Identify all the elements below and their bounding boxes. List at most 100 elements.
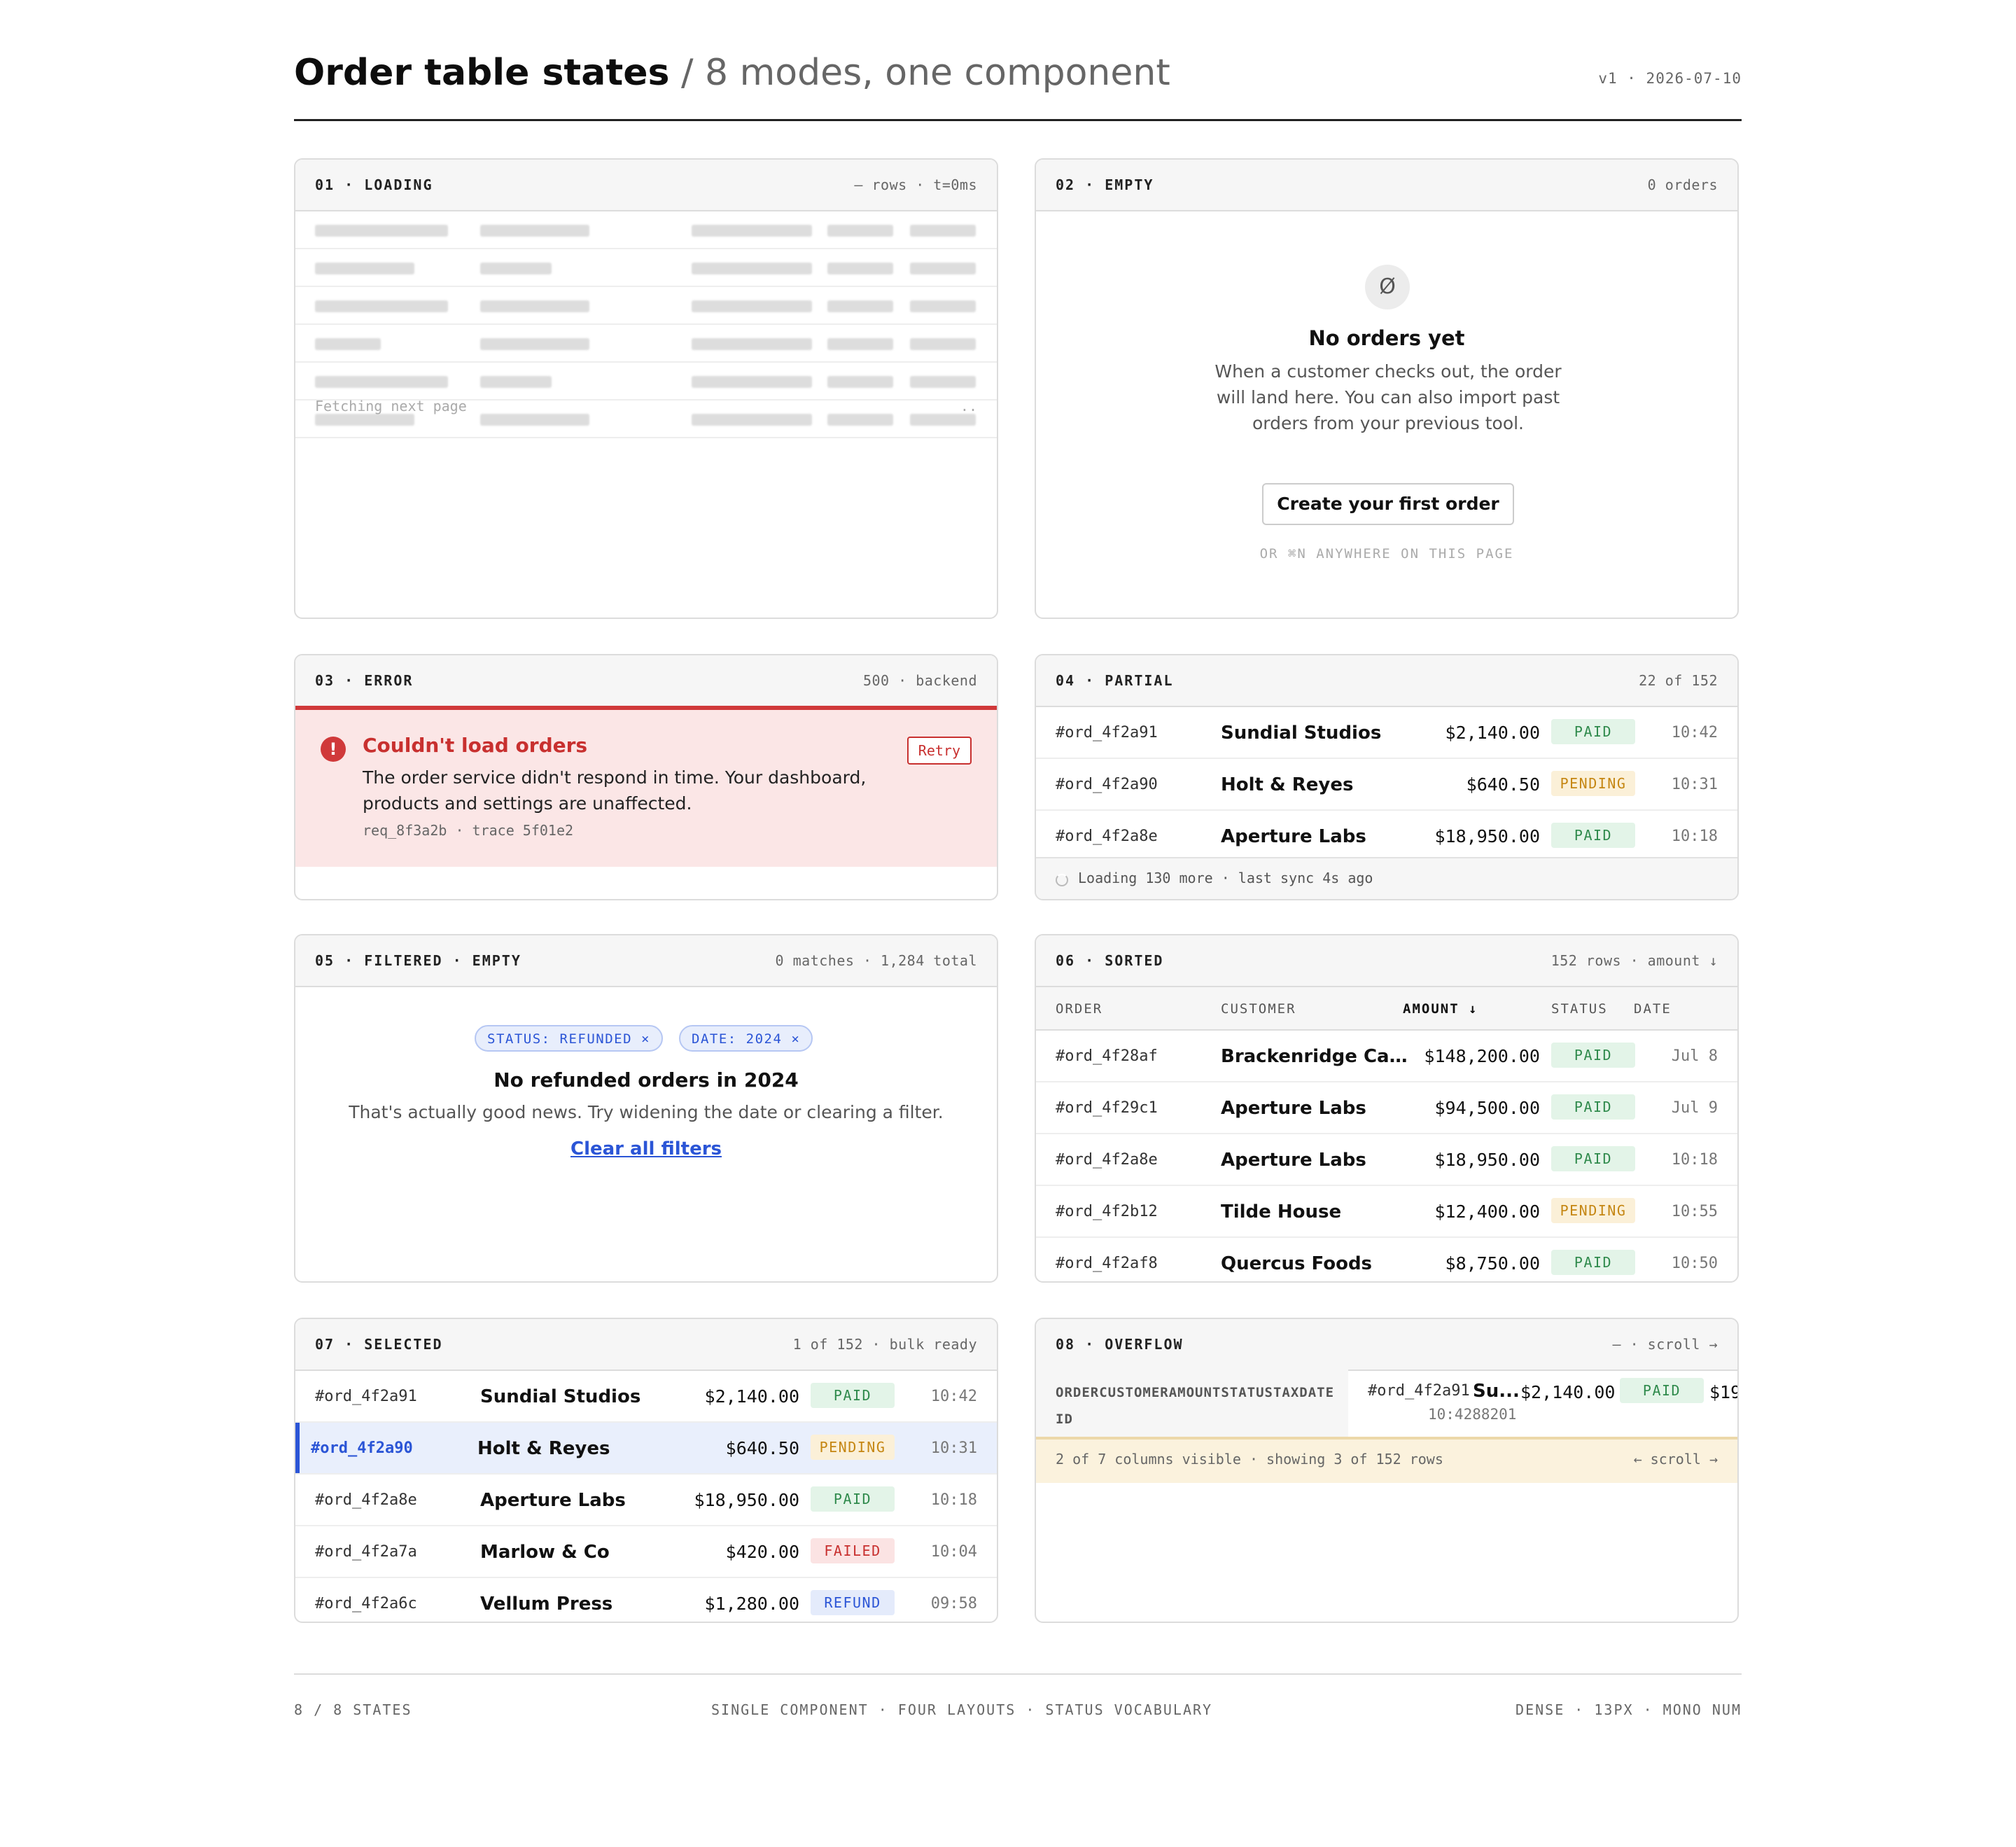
order-id[interactable]: #ord_4f2b12 [1056,1203,1158,1220]
table-header: ORDER CUSTOMER AMOUNT ↓ STATUS DATE [1036,987,1737,1031]
order-id[interactable]: #ord_4f2a7a [315,1543,417,1561]
status-badge: PAID [1551,1094,1635,1120]
order-amount: $8,750.00 [1445,1253,1540,1274]
table-row[interactable]: #ord_4f2b12 Tilde House $12,400.00 PENDI… [1036,1186,1737,1238]
status-badge: PAID [811,1383,895,1408]
order-time: 10:42 [930,1388,977,1405]
page-footer: 8 / 8 STATES SINGLE COMPONENT · FOUR LAY… [294,1673,1742,1731]
status-badge: PENDING [811,1435,895,1460]
create-order-button[interactable]: Create your first order [1262,483,1514,525]
status-badge: FAILED [811,1538,895,1563]
order-id[interactable]: #ord_4f2a91 [1056,724,1158,741]
order-id[interactable]: #ord_4f2a90 [311,1440,413,1457]
order-amount: $94,500.00 [1434,1098,1540,1118]
order-id[interactable]: #ord_4f2a8e [315,1491,417,1509]
order-id[interactable]: #ord_4f2a8e [1056,1151,1158,1169]
retry-button[interactable]: Retry [906,737,972,765]
empty-description: When a customer checks out, the order wi… [1214,361,1562,433]
customer-name: Holt & Reyes [477,1438,610,1459]
card-header: 02 · EMPTY 0 orders [1036,160,1737,211]
order-amount: $1,280.00 [704,1594,799,1614]
customer-name: Holt & Reyes [1221,774,1354,795]
table-row-selected[interactable]: #ord_4f2a90 Holt & Reyes $640.50 PENDING… [295,1423,997,1475]
table-row[interactable]: #ord_4f2a91 Sundial Studios $2,140.00 PA… [295,1371,997,1423]
card-meta: 0 orders [1647,176,1718,193]
table-row[interactable]: #ord_4f28af Brackenridge Ca... $148,200.… [1036,1031,1737,1082]
order-time: 10:42 [1671,724,1718,741]
filtered-description: That's actually good news. Try widening … [349,1102,944,1122]
error-banner: ! Couldn't load orders The order service… [295,706,997,867]
table-row[interactable]: #ord_4f2a91 Sundial Studios $2,140.00 PA… [1036,707,1737,759]
customer-name: Vellum Press [480,1594,613,1615]
order-time: 10:4288201 [1428,1406,1516,1423]
order-id[interactable]: #ord_4f28af [1056,1047,1158,1065]
card-label: 08 · OVERFLOW [1056,1336,1184,1353]
card-label: 01 · LOADING [315,176,433,193]
table-row[interactable]: #ord_4f2a90 Holt & Reyes $640.50 PENDING… [1036,759,1737,811]
table-row[interactable]: #ord_4f2af8 Quercus Foods $8,750.00 PAID… [1036,1238,1737,1281]
column-header-date[interactable]: DATE [1634,1001,1672,1017]
customer-name: Marlow & Co [480,1542,610,1563]
order-id[interactable]: #ord_4f2a91 [315,1388,417,1405]
column-header-status[interactable]: STATUS [1551,1001,1608,1017]
customer-name: Aperture Labs [480,1490,626,1511]
tax-amount: $192 [1709,1382,1737,1402]
order-amount: $18,950.00 [1434,826,1540,846]
scroll-hint[interactable]: ← scroll → [1634,1451,1718,1468]
card-meta: 152 rows · amount ↓ [1550,952,1718,969]
overflow-row[interactable]: #ord_4f2a91 Su... $2,140.00 PAID $192 10… [1348,1369,1737,1437]
customer-name: Aperture Labs [1221,1098,1366,1119]
table-row[interactable]: #ord_4f2a8e Aperture Labs $18,950.00 PAI… [295,1475,997,1526]
table-row[interactable]: #ord_4f2a8e Aperture Labs $18,950.00 PAI… [1036,811,1737,863]
card-partial: 04 · PARTIAL 22 of 152 #ord_4f2a91 Sundi… [1035,654,1739,900]
order-amount: $640.50 [725,1438,799,1458]
empty-set-icon: Ø [1365,265,1410,309]
customer-name: Aperture Labs [1221,826,1366,847]
table-row[interactable]: #ord_4f2a6c Vellum Press $1,280.00 REFUN… [295,1578,997,1622]
filter-chip-date[interactable]: DATE: 2024 × [679,1025,813,1052]
order-id[interactable]: #ord_4f2a8e [1056,828,1158,845]
card-selected: 07 · SELECTED 1 of 152 · bulk ready #ord… [294,1318,998,1623]
order-id[interactable]: #ord_4f2af8 [1056,1255,1158,1272]
order-amount: $18,950.00 [694,1490,799,1510]
page-title: Order table states / 8 modes, one compon… [294,45,1170,101]
status-badge: PAID [1551,823,1635,848]
card-header: 04 · PARTIAL 22 of 152 [1036,655,1737,707]
customer-name: Brackenridge Ca... [1221,1046,1410,1067]
filtered-title: No refunded orders in 2024 [493,1068,799,1092]
card-meta: — rows · t=0ms [854,176,977,193]
footer-center: SINGLE COMPONENT · FOUR LAYOUTS · STATUS… [711,1701,1213,1718]
card-sorted: 06 · SORTED 152 rows · amount ↓ ORDER CU… [1035,934,1739,1283]
table-row[interactable]: #ord_4f2a7a Marlow & Co $420.00 FAILED 1… [295,1526,997,1578]
order-id[interactable]: #ord_4f2a6c [315,1595,417,1612]
column-header-amount[interactable]: AMOUNT ↓ [1403,1001,1478,1017]
status-badge: PENDING [1551,1198,1635,1223]
order-amount: $640.50 [1466,774,1540,795]
order-time: 10:18 [930,1491,977,1509]
order-amount: $18,950.00 [1434,1150,1540,1170]
version-label: v1 · 2026-07-10 [1598,70,1742,87]
loading-dots: .. [960,398,977,414]
order-id[interactable]: #ord_4f2a90 [1056,776,1158,793]
error-trace: req_8f3a2b · trace 5f01e2 [363,822,574,839]
card-label: 06 · SORTED [1056,952,1164,969]
column-header-order[interactable]: ORDER [1056,1001,1102,1017]
card-label: 04 · PARTIAL [1056,672,1174,689]
footer-right: DENSE · 13PX · MONO NUM [1516,1701,1742,1718]
order-id[interactable]: #ord_4f2a91 [1368,1382,1470,1400]
table-row[interactable]: #ord_4f29c1 Aperture Labs $94,500.00 PAI… [1036,1082,1737,1134]
table-row[interactable]: #ord_4f2a8e Aperture Labs $18,950.00 PAI… [1036,1134,1737,1186]
card-error: 03 · ERROR 500 · backend ! Couldn't load… [294,654,998,900]
status-badge: PAID [1551,719,1635,744]
skeleton-row [295,211,997,249]
clear-filters-link[interactable]: Clear all filters [295,1138,997,1159]
card-header: 07 · SELECTED 1 of 152 · bulk ready [295,1319,997,1371]
card-overflow: 08 · OVERFLOW — · scroll → ORDERCUSTOMER… [1035,1318,1739,1623]
card-label: 05 · FILTERED · EMPTY [315,952,522,969]
filter-chip-status[interactable]: STATUS: REFUNDED × [475,1025,663,1052]
status-badge: PAID [1551,1146,1635,1171]
card-meta: 22 of 152 [1639,672,1718,689]
order-id[interactable]: #ord_4f29c1 [1056,1099,1158,1117]
status-badge: PAID [1551,1250,1635,1275]
column-header-customer[interactable]: CUSTOMER [1221,1001,1296,1017]
